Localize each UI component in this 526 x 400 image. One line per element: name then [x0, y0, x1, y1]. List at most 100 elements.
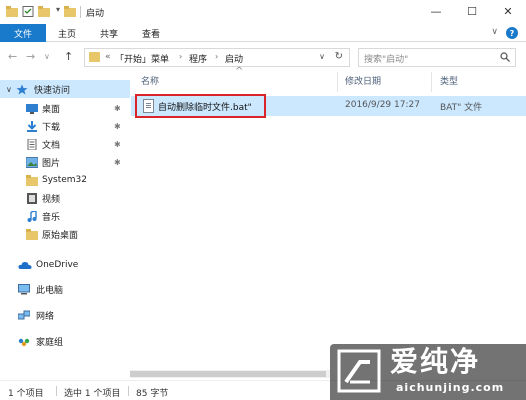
- ribbon-tabs: 文件 主页 共享 查看 ∨ ?: [0, 24, 526, 42]
- tab-share[interactable]: 共享: [100, 24, 118, 42]
- folder-icon: [26, 174, 38, 186]
- up-arrow-icon[interactable]: ↑: [64, 50, 73, 63]
- tab-file[interactable]: 文件: [0, 24, 46, 42]
- nav-item-onedrive[interactable]: OneDrive: [0, 256, 130, 274]
- cloud-icon: [18, 261, 32, 269]
- nav-item-this-pc[interactable]: 此电脑: [0, 280, 130, 298]
- expand-chevron-icon[interactable]: ∨: [6, 85, 12, 94]
- customize-toolbar-icon[interactable]: ▾: [56, 5, 60, 14]
- properties-icon[interactable]: [22, 6, 34, 17]
- nav-item-downloads[interactable]: 下载 ✱: [0, 117, 130, 135]
- horizontal-scrollbar[interactable]: [130, 370, 330, 378]
- breadcrumb-separator-icon[interactable]: ›: [179, 52, 182, 61]
- status-selected: 选中 1 个项目: [64, 389, 121, 399]
- nav-item-original-desktop[interactable]: 原始桌面: [0, 225, 130, 243]
- nav-item-system32[interactable]: System32: [0, 171, 130, 189]
- help-icon[interactable]: ?: [506, 27, 518, 39]
- nav-label: 家庭组: [36, 337, 64, 348]
- nav-label: 快速访问: [34, 85, 71, 96]
- nav-label: OneDrive: [36, 260, 79, 270]
- folder-icon: [26, 228, 38, 240]
- highlight-annotation: [135, 94, 266, 118]
- pin-icon[interactable]: ✱: [114, 122, 121, 131]
- refresh-icon[interactable]: ↻: [335, 51, 343, 62]
- nav-item-homegroup[interactable]: 家庭组: [0, 332, 130, 350]
- overflow-chevron[interactable]: «: [105, 52, 111, 62]
- column-divider[interactable]: [337, 72, 338, 92]
- file-modified: 2016/9/29 17:27: [345, 100, 420, 110]
- homegroup-icon: [18, 338, 30, 346]
- download-icon: [27, 120, 37, 132]
- scrollbar-thumb[interactable]: [130, 371, 326, 377]
- maximize-button[interactable]: ☐: [454, 0, 490, 22]
- breadcrumb-startup[interactable]: 启动: [225, 52, 243, 65]
- nav-label: 音乐: [42, 212, 61, 223]
- navigation-pane: ∨ 快速访问 桌面 ✱ 下载 ✱ 文档 ✱ 图片 ✱ System32 视频 音…: [0, 72, 130, 378]
- status-item-count: 1 个项目: [8, 389, 44, 399]
- nav-item-videos[interactable]: 视频: [0, 189, 130, 207]
- watermark: 爱纯净 aichunjing.com: [330, 344, 526, 400]
- video-icon: [27, 192, 37, 204]
- nav-item-desktop[interactable]: 桌面 ✱: [0, 99, 130, 117]
- star-icon: [16, 84, 28, 94]
- status-separator: [128, 386, 129, 396]
- nav-label: 桌面: [42, 104, 61, 115]
- back-arrow-icon[interactable]: ←: [8, 50, 17, 63]
- column-header-type[interactable]: 类型: [440, 74, 458, 87]
- new-folder-icon[interactable]: [38, 6, 50, 17]
- column-header-name[interactable]: 名称: [141, 74, 159, 87]
- watermark-logo-icon: [337, 349, 381, 393]
- status-size: 85 字节: [136, 389, 169, 399]
- pin-icon[interactable]: ✱: [114, 104, 121, 113]
- column-header-modified[interactable]: 修改日期: [345, 74, 381, 87]
- nav-label: 下载: [42, 122, 61, 133]
- nav-label: 文档: [42, 140, 61, 151]
- nav-label: 视频: [42, 194, 61, 205]
- breadcrumb-start-menu[interactable]: 「开始」菜单: [115, 52, 169, 65]
- column-divider[interactable]: [431, 72, 432, 92]
- document-icon: [27, 138, 37, 150]
- watermark-url: aichunjing.com: [396, 381, 505, 394]
- desktop-icon: [26, 103, 38, 114]
- nav-label: 图片: [42, 158, 61, 169]
- search-input[interactable]: 搜索"启动": [358, 48, 516, 67]
- address-box[interactable]: « 「开始」菜单 › 程序 › 启动 ∨ ↻: [84, 48, 350, 67]
- music-icon: [27, 210, 37, 222]
- nav-label: 原始桌面: [42, 230, 79, 241]
- title-bar: ▾ 启动 — ☐ ✕: [0, 0, 526, 24]
- search-placeholder: 搜索"启动": [364, 55, 409, 65]
- nav-item-pictures[interactable]: 图片 ✱: [0, 153, 130, 171]
- expand-ribbon-icon[interactable]: ∨: [491, 27, 498, 37]
- pictures-icon: [26, 156, 38, 168]
- window-title: 启动: [86, 9, 105, 19]
- nav-item-music[interactable]: 音乐: [0, 207, 130, 225]
- nav-quick-access[interactable]: ∨ 快速访问: [0, 80, 130, 98]
- tab-view[interactable]: 查看: [142, 24, 160, 42]
- recent-locations-icon[interactable]: ∨: [44, 52, 50, 61]
- nav-label: 此电脑: [36, 285, 64, 296]
- nav-item-documents[interactable]: 文档 ✱: [0, 135, 130, 153]
- table-row[interactable]: 自动删除临时文件.bat" 2016/9/29 17:27 BAT" 文件: [131, 94, 526, 118]
- pin-icon[interactable]: ✱: [114, 158, 121, 167]
- pin-icon[interactable]: ✱: [114, 140, 121, 149]
- file-type: BAT" 文件: [440, 103, 483, 113]
- folder-icon: [64, 6, 76, 17]
- forward-arrow-icon[interactable]: →: [26, 50, 35, 63]
- file-list-pane: ^ 名称 修改日期 类型 自动删除临时文件.bat" 2016/9/29 17:…: [131, 66, 526, 378]
- breadcrumb-programs[interactable]: 程序: [189, 52, 207, 65]
- minimize-button[interactable]: —: [418, 0, 454, 22]
- status-separator: [56, 386, 57, 396]
- sort-ascending-icon: ^: [235, 66, 244, 77]
- nav-label: System32: [42, 175, 88, 185]
- folder-icon: [89, 52, 100, 62]
- title-separator: [80, 6, 81, 18]
- address-bar-row: ← → ∨ ↑ « 「开始」菜单 › 程序 › 启动 ∨ ↻ 搜索"启动": [0, 43, 526, 71]
- watermark-title: 爱纯净: [390, 345, 481, 378]
- nav-item-network[interactable]: 网络: [0, 306, 130, 324]
- breadcrumb-separator-icon[interactable]: ›: [215, 52, 218, 61]
- close-button[interactable]: ✕: [490, 0, 526, 22]
- address-dropdown-icon[interactable]: ∨: [319, 52, 325, 61]
- search-icon[interactable]: [500, 52, 510, 62]
- tab-home[interactable]: 主页: [58, 24, 76, 42]
- computer-icon: [18, 283, 30, 294]
